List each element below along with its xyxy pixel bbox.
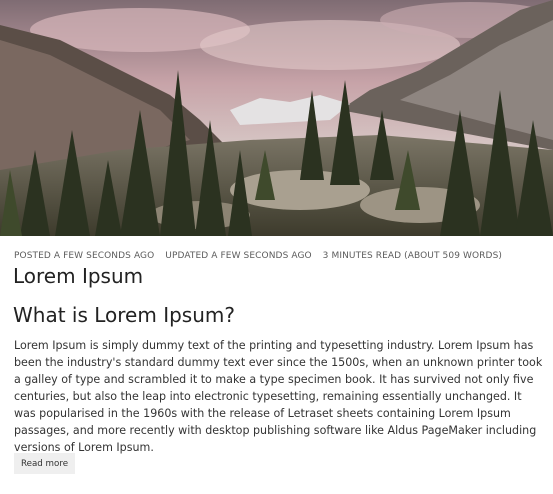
post-meta: POSTED A FEW SECONDS AGO UPDATED A FEW S…: [14, 251, 510, 261]
post-excerpt: Lorem Ipsum is simply dummy text of the …: [14, 339, 543, 454]
read-more-button[interactable]: Read more: [14, 453, 75, 474]
landscape-illustration: [0, 0, 553, 236]
read-time: 3 MINUTES READ (ABOUT 509 WORDS): [322, 251, 502, 261]
post-card: POSTED A FEW SECONDS AGO UPDATED A FEW S…: [0, 0, 553, 474]
posted-time: POSTED A FEW SECONDS AGO: [14, 251, 155, 261]
section-heading: What is Lorem Ipsum?: [13, 303, 235, 327]
updated-time: UPDATED A FEW SECONDS AGO: [165, 251, 312, 261]
post-title[interactable]: Lorem Ipsum: [13, 264, 143, 288]
hero-image[interactable]: [0, 0, 553, 236]
